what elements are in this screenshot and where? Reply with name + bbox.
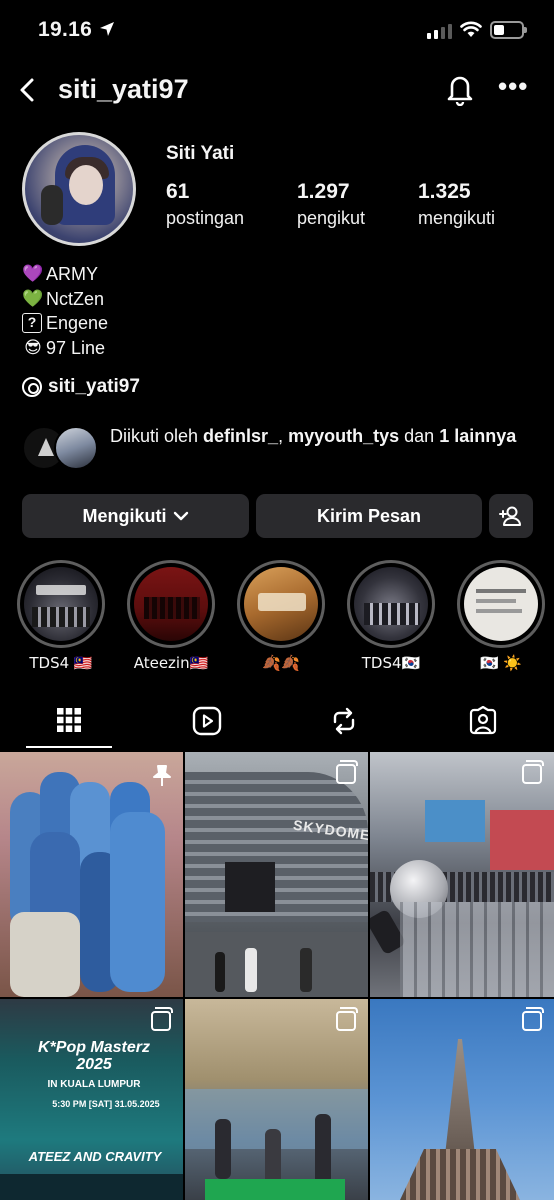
poster-lineup: ATEEZ AND CRAVITY [28,1149,162,1164]
highlight-label: TDS4🇰🇷 [361,654,421,672]
pin-icon [153,765,171,786]
followers-count[interactable]: 1.297 pengikut [297,180,365,229]
stat-value: 61 [166,180,190,203]
bell-icon[interactable] [444,72,476,106]
followed-by-text: Diikuti oleh definlsr_, myyouth_tys dan … [110,426,517,446]
avatar[interactable] [22,132,136,246]
followed-by[interactable]: Diikuti oleh definlsr_, myyouth_tys dan … [22,424,542,472]
multi-post-icon [151,1007,173,1031]
cellular-signal-icon [427,24,452,39]
add-user-button[interactable] [489,494,533,538]
add-user-icon [499,506,521,526]
multi-post-icon [336,760,358,784]
highlight-cover [134,567,208,641]
send-message-button[interactable]: Kirim Pesan [256,494,482,538]
multi-post-icon [336,1007,358,1031]
unknown-glyph-icon: ? [22,313,42,334]
threads-handle: siti_yati97 [48,376,140,397]
purple-heart-emoji: 💜 [22,264,44,284]
posts-grid: SKYDOME K*Pop Masterz 2025 IN KUALA LUMP… [0,752,554,1200]
multi-post-icon [522,760,544,784]
highlight-cover [24,567,98,641]
highlight-label: 🇰🇷 ☀️ [479,654,523,672]
bio-text: NctZen [46,288,105,309]
content-tabs [0,696,554,750]
threads-link[interactable]: siti_yati97 [22,376,140,398]
green-heart-emoji: 💚 [22,288,44,309]
grid-icon [57,708,81,732]
stat-label: mengikuti [418,208,496,228]
bio-text: Engene [46,313,109,333]
stat-label: pengikut [297,208,366,228]
stat-label: postingan [166,208,245,228]
send-message-label: Kirim Pesan [316,505,422,526]
sunglasses-emoji: 😎 [24,337,42,358]
battery-icon [490,21,527,39]
poster-subtitle: IN KUALA LUMPUR [47,1079,141,1090]
follower-avatar [54,426,98,470]
highlight-cover [244,567,318,641]
tab-tagged[interactable] [428,696,538,750]
post-tile[interactable] [370,752,554,997]
bio: 💜 ARMY 💚 NctZen ? Engene 😎 97 Line [22,262,108,360]
bio-text: ARMY [46,264,99,284]
display-name: Siti Yati [166,143,235,164]
bio-line: ? Engene [22,311,108,336]
stat-value: 1.325 [418,180,471,203]
following-button[interactable]: Mengikuti [22,494,249,538]
profile-username: siti_yati97 [58,74,189,104]
wifi-icon [460,21,482,37]
post-tile[interactable] [0,752,183,997]
stat-value: 1.297 [297,180,350,203]
highlight-item[interactable]: TDS4 🇲🇾 [16,560,106,672]
multi-post-icon [522,1007,544,1031]
post-tile[interactable]: SKYDOME [185,752,368,997]
following-count[interactable]: 1.325 mengikuti [418,180,495,229]
tab-posts-grid[interactable] [14,696,124,750]
highlight-item[interactable]: TDS4🇰🇷 [346,560,436,672]
tagged-icon [469,706,497,735]
posts-count[interactable]: 61 postingan [166,180,244,229]
highlight-item[interactable]: Ateezin🇲🇾 [126,560,216,672]
location-arrow-icon [100,22,114,36]
bio-line: 💜 ARMY [22,262,108,287]
highlight-label: TDS4 🇲🇾 [29,654,93,672]
highlight-label: 🍂🍂 [262,654,300,672]
chevron-down-icon [173,511,188,521]
highlight-item[interactable]: 🇰🇷 ☀️ [456,560,546,672]
chevron-left-icon[interactable] [14,74,42,106]
reels-icon [192,706,222,736]
tab-reposts[interactable] [289,696,399,750]
tab-reels[interactable] [152,696,262,750]
post-tile[interactable] [370,999,554,1200]
post-tile[interactable] [185,999,368,1200]
highlight-item[interactable]: 🍂🍂 [236,560,326,672]
reposts-icon [333,707,355,735]
bio-line: 😎 97 Line [22,336,108,361]
more-horizontal-icon[interactable]: ••• [498,73,528,99]
status-time: 19.16 [38,18,93,41]
profile-header: siti_yati97 ••• [0,68,554,112]
status-bar: 19.16 [0,0,554,60]
bio-text: 97 Line [46,337,106,358]
highlight-label: Ateezin🇲🇾 [133,654,209,672]
highlight-cover [354,567,428,641]
poster-title: K*Pop Masterz 2025 [37,1039,151,1073]
threads-icon [22,377,42,397]
poster-date: 5:30 PM [SAT] 31.05.2025 [52,1099,160,1109]
post-tile[interactable]: K*Pop Masterz 2025 IN KUALA LUMPUR 5:30 … [0,999,183,1200]
following-label: Mengikuti [82,505,167,526]
active-tab-indicator [26,746,112,748]
highlight-cover [464,567,538,641]
bio-line: 💚 NctZen [22,287,108,312]
